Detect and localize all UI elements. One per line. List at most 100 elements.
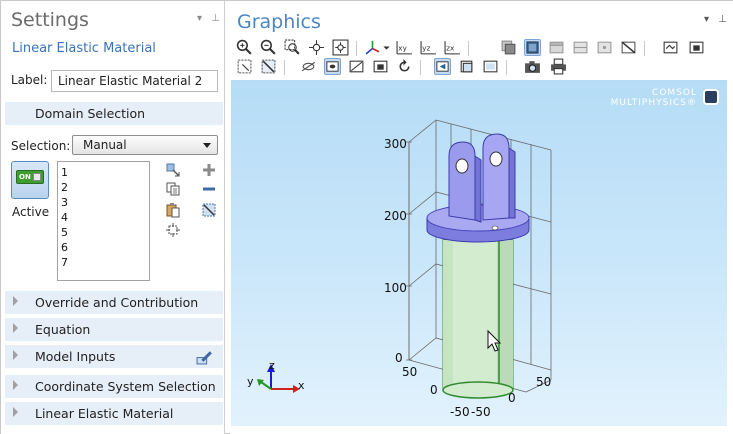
chevron-down-icon [203,143,211,148]
chevron-down-icon[interactable] [382,39,391,56]
active-label: Active [12,205,50,219]
hide-geometric-entities-icon[interactable] [620,39,637,56]
select-objects-icon[interactable] [500,39,517,56]
zoom-to-selection-icon[interactable] [165,222,181,238]
graphics-window-controls[interactable]: ▾ ⊥ [704,14,730,25]
camera-icon[interactable] [524,58,541,75]
settings-subtitle: Linear Elastic Material [12,41,156,56]
triad-z-label: z [269,359,275,372]
section-coordinate-system[interactable]: Coordinate System Selection [5,375,223,398]
graphics-viewport[interactable]: COMSOL MULTIPHYSICS® 300 200 100 0 50 0 … [231,80,727,426]
chevron-right-icon [13,350,18,360]
select-points-icon[interactable] [596,39,613,56]
z-tick-label: 300 [384,137,407,151]
active-toggle-button[interactable]: ON [11,161,49,199]
domain-list-item[interactable]: 2 [61,180,146,195]
wireframe-rendering-icon[interactable] [348,58,365,75]
y-tick-label: 0 [430,383,438,397]
section-model-inputs[interactable]: Model Inputs [5,345,223,368]
chevron-right-icon [13,323,18,333]
transparency-icon[interactable] [688,39,705,56]
domain-list-item[interactable]: 7 [61,255,146,270]
section-label: Linear Elastic Material [35,406,174,421]
selection-dropdown-value: Manual [83,138,127,152]
domain-list[interactable]: 1 2 3 4 5 6 7 [57,161,150,281]
selection-caption: Selection: [11,139,71,153]
select-domains-mode-icon[interactable] [524,39,541,56]
reset-view-icon[interactable] [396,58,413,75]
toolbar-separator [356,41,357,56]
z-tick-label: 0 [395,351,403,365]
select-box-icon[interactable] [236,58,253,75]
render-mode-icon[interactable] [324,58,341,75]
views-box-icon[interactable] [458,58,475,75]
domain-list-item[interactable]: 1 [61,165,146,180]
axis-views-icon[interactable] [364,39,381,56]
zx-plane-view-icon[interactable]: zx [444,39,461,56]
domain-list-item[interactable]: 5 [61,225,146,240]
graphics-toolbar-row2 [236,58,731,78]
chevron-right-icon [13,407,18,417]
toolbar-separator [420,60,421,75]
chevron-right-icon [13,296,18,306]
screen-icon[interactable] [482,58,499,75]
domain-list-item[interactable]: 6 [61,240,146,255]
x-tick-label: -50 [471,405,491,419]
section-label: Model Inputs [35,349,116,364]
triad-y-label: y [247,375,254,388]
zoom-box-icon[interactable] [284,39,301,56]
switch-on-text: ON [19,173,31,181]
triad-x-label: x [298,379,305,392]
toolbar-separator [644,41,645,56]
settings-panel-controls[interactable]: ▾ ⊥ [197,13,223,24]
section-domain-selection-label: Domain Selection [35,106,146,121]
scene-light-icon[interactable] [662,39,679,56]
zoom-in-icon[interactable] [236,39,253,56]
print-icon[interactable] [550,58,567,75]
domain-list-item[interactable]: 3 [61,195,146,210]
domain-list-item[interactable]: 4 [61,210,146,225]
wireframe-hidden-icon[interactable] [300,58,317,75]
graphics-toolbar-row1: xy yz zx [236,39,731,59]
settings-title: Settings [11,9,89,31]
label-input[interactable]: Linear Elastic Material 2 [51,70,218,92]
switch-knob [33,173,41,181]
paste-icon[interactable] [165,202,181,218]
copy-icon[interactable] [165,181,181,197]
deselect-box-icon[interactable] [260,58,277,75]
comsol-window: Settings ▾ ⊥ Linear Elastic Material Lab… [0,0,733,434]
z-tick-label: 100 [384,281,407,295]
yz-plane-view-icon[interactable]: yz [420,39,437,56]
select-edges-icon[interactable] [572,39,589,56]
model-scene[interactable]: 300 200 100 0 50 0 -50 50 0 -50 z x y [231,80,727,426]
select-domains-icon[interactable] [165,162,181,178]
cylinder-domain[interactable] [442,239,514,399]
go-to-view-icon[interactable] [434,58,451,75]
axis-triad-icon: z x y [247,359,305,393]
section-label: Override and Contribution [35,295,199,310]
section-linear-elastic[interactable]: Linear Elastic Material [5,402,223,425]
x-tick-label: 50 [536,375,551,389]
add-icon[interactable] [201,162,217,178]
svg-text:yz: yz [422,44,430,53]
zoom-selected-icon[interactable] [308,39,325,56]
remove-icon[interactable] [201,181,217,197]
section-equation[interactable]: Equation [5,318,223,341]
label-caption: Label: [11,73,48,87]
section-label: Coordinate System Selection [35,379,216,394]
clear-selection-icon[interactable] [201,202,217,218]
zoom-extents-icon[interactable] [332,39,349,56]
graphics-window: Graphics ▾ ⊥ xy yz zx COMSOL MULTIPHYSIC… [230,1,733,434]
toolbar-separator [284,60,285,75]
xy-plane-view-icon[interactable]: xy [396,39,413,56]
section-domain-selection[interactable]: Domain Selection [5,102,223,125]
selection-dropdown[interactable]: Manual [72,135,218,155]
section-override-contribution[interactable]: Override and Contribution [5,291,223,314]
zoom-out-icon[interactable] [260,39,277,56]
edit-model-inputs-icon[interactable] [196,348,213,365]
chevron-right-icon [13,380,18,390]
select-boundaries-icon[interactable] [548,39,565,56]
settings-panel: Settings ▾ ⊥ Linear Elastic Material Lab… [1,1,225,434]
toolbar-separator [468,41,469,56]
printer-view-icon[interactable] [372,58,389,75]
